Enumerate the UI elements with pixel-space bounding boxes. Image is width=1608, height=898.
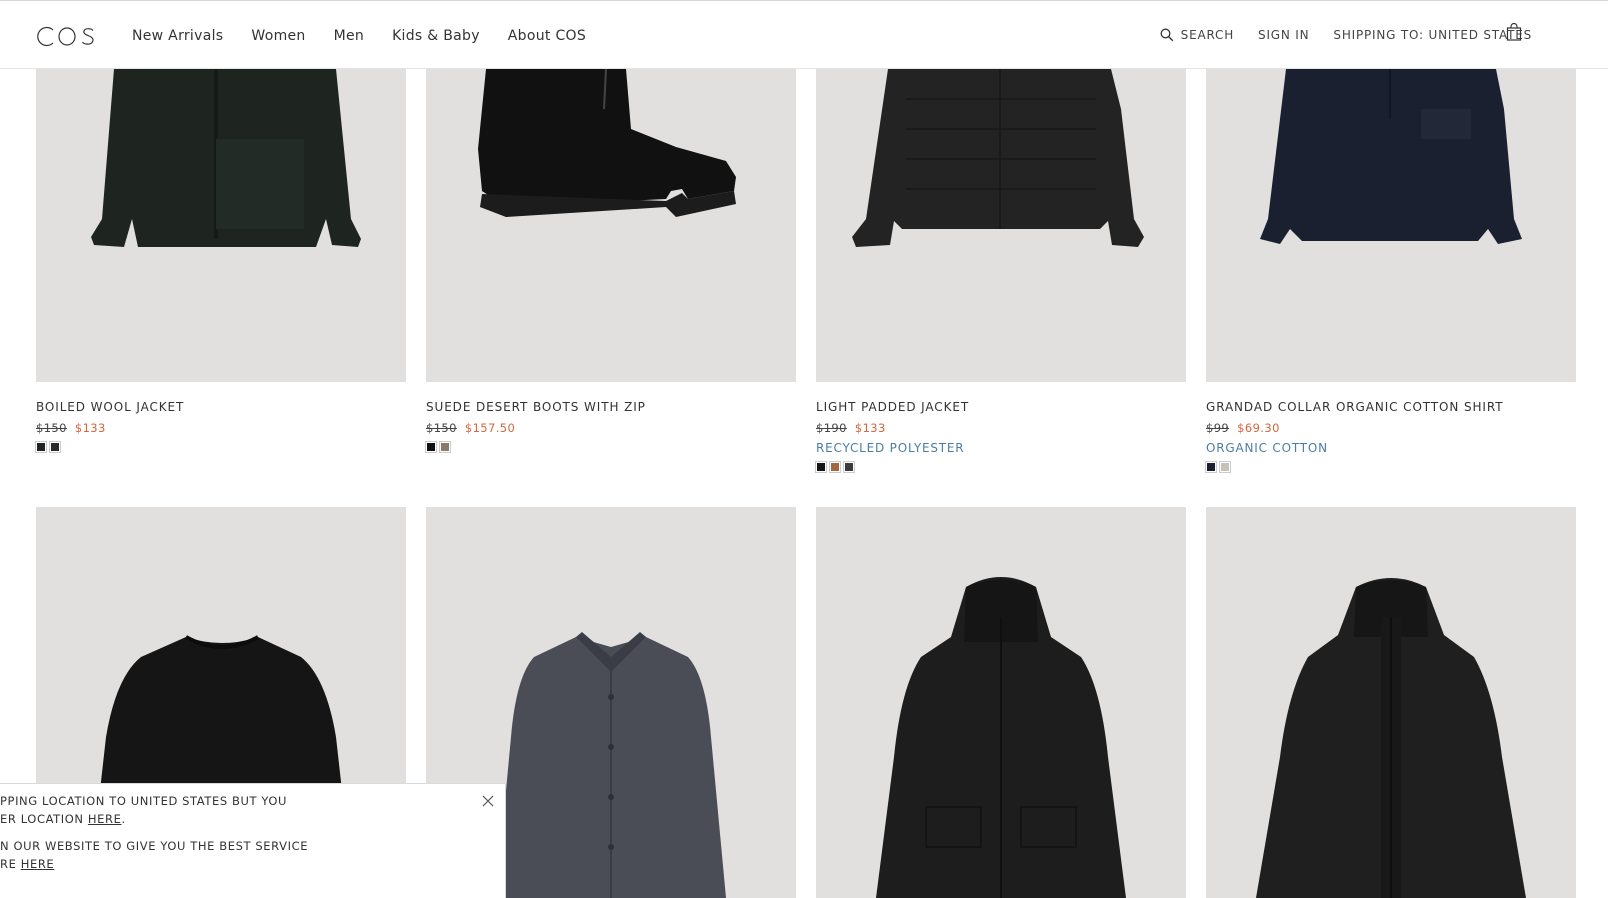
material-tag[interactable]: ORGANIC COTTON bbox=[1206, 441, 1576, 455]
product-image[interactable] bbox=[1206, 507, 1576, 898]
shipping-selector[interactable]: SHIPPING TO: UNITED STATES bbox=[1333, 28, 1532, 42]
original-price: $150 bbox=[36, 421, 67, 435]
shirt-illustration bbox=[1260, 69, 1522, 244]
product-name[interactable]: LIGHT PADDED JACKET bbox=[816, 400, 1186, 414]
cos-logo[interactable] bbox=[36, 21, 96, 51]
search-label: SEARCH bbox=[1180, 28, 1235, 42]
color-swatch[interactable] bbox=[49, 441, 61, 453]
color-swatches bbox=[815, 461, 1186, 473]
product-card-info: LIGHT PADDED JACKET $190 $133 RECYCLED PO… bbox=[815, 400, 1186, 473]
product-card-info: SUEDE DESERT BOOTS WITH ZIP $150 $157.50 bbox=[425, 400, 796, 453]
material-tag[interactable]: RECYCLED POLYESTER bbox=[816, 441, 1186, 455]
product-name[interactable]: GRANDAD COLLAR ORGANIC COTTON SHIRT bbox=[1206, 400, 1576, 414]
product-image[interactable] bbox=[36, 69, 406, 382]
product-prices: $99 $69.30 bbox=[1206, 421, 1576, 435]
nav-men[interactable]: Men bbox=[334, 28, 364, 44]
sale-price: $69.30 bbox=[1237, 421, 1280, 435]
site-header: New Arrivals Women Men Kids & Baby About… bbox=[0, 1, 1608, 69]
product-prices: $190 $133 bbox=[816, 421, 1186, 435]
color-swatches bbox=[425, 441, 796, 453]
search-button[interactable]: SEARCH bbox=[1160, 28, 1234, 42]
notice-line-2: ER LOCATION HERE. bbox=[0, 812, 126, 826]
sale-price: $133 bbox=[854, 421, 886, 435]
color-swatches bbox=[35, 441, 406, 453]
color-swatch[interactable] bbox=[1205, 461, 1217, 473]
color-swatches bbox=[1205, 461, 1576, 473]
product-card-info: GRANDAD COLLAR ORGANIC COTTON SHIRT $99 $… bbox=[1205, 400, 1576, 473]
color-swatch[interactable] bbox=[829, 461, 841, 473]
sale-price: $157.50 bbox=[464, 421, 516, 435]
product-image[interactable] bbox=[816, 69, 1186, 382]
notice-line-4: RE HERE bbox=[0, 857, 54, 871]
color-swatch[interactable] bbox=[843, 461, 855, 473]
hooded-coat-illustration bbox=[1256, 578, 1526, 898]
sale-price: $133 bbox=[74, 421, 106, 435]
nav-about-cos[interactable]: About COS bbox=[508, 28, 586, 44]
notice-line-3: N OUR WEBSITE TO GIVE YOU THE BEST SERVI… bbox=[0, 839, 309, 853]
padded-jacket-illustration bbox=[852, 69, 1144, 247]
nav-new-arrivals[interactable]: New Arrivals bbox=[132, 28, 223, 44]
product-name[interactable]: BOILED WOOL JACKET bbox=[36, 400, 406, 414]
product-prices: $150 $133 bbox=[36, 421, 406, 435]
product-image[interactable] bbox=[816, 507, 1186, 898]
nav-kids-baby[interactable]: Kids & Baby bbox=[392, 28, 480, 44]
search-icon bbox=[1160, 28, 1174, 42]
wool-jacket-illustration bbox=[91, 69, 361, 247]
color-swatch[interactable] bbox=[439, 441, 451, 453]
original-price: $190 bbox=[816, 421, 847, 435]
shipping-location-notice: PPING LOCATION TO UNITED STATES BUT YOU … bbox=[0, 783, 506, 898]
top-border bbox=[0, 0, 1608, 1]
change-location-link[interactable]: HERE bbox=[88, 812, 122, 826]
notice-line-2-text: ER LOCATION bbox=[0, 812, 88, 826]
close-icon[interactable] bbox=[482, 794, 494, 807]
nav-women[interactable]: Women bbox=[251, 28, 305, 44]
original-price: $99 bbox=[1206, 421, 1230, 435]
color-swatch[interactable] bbox=[425, 441, 437, 453]
notice-line-2-end: . bbox=[121, 812, 126, 826]
notice-line-1: PPING LOCATION TO UNITED STATES BUT YOU bbox=[0, 794, 288, 808]
original-price: $150 bbox=[426, 421, 457, 435]
boots-illustration bbox=[478, 69, 736, 217]
product-name[interactable]: SUEDE DESERT BOOTS WITH ZIP bbox=[426, 400, 796, 414]
color-swatch[interactable] bbox=[35, 441, 47, 453]
product-card-info: BOILED WOOL JACKET $150 $133 bbox=[35, 400, 406, 453]
shopping-bag-icon[interactable] bbox=[1506, 22, 1522, 41]
color-swatch[interactable] bbox=[815, 461, 827, 473]
cookie-info-link[interactable]: HERE bbox=[21, 857, 55, 871]
notice-line-4-text: RE bbox=[0, 857, 21, 871]
product-image[interactable] bbox=[426, 69, 796, 382]
header-utilities: SEARCH SIGN IN SHIPPING TO: UNITED STATE… bbox=[1160, 28, 1532, 42]
sign-in-link[interactable]: SIGN IN bbox=[1258, 28, 1309, 42]
parka-illustration bbox=[876, 577, 1126, 898]
color-swatch[interactable] bbox=[1219, 461, 1231, 473]
product-image[interactable] bbox=[1206, 69, 1576, 382]
main-nav: New Arrivals Women Men Kids & Baby About… bbox=[132, 28, 614, 44]
product-prices: $150 $157.50 bbox=[426, 421, 796, 435]
